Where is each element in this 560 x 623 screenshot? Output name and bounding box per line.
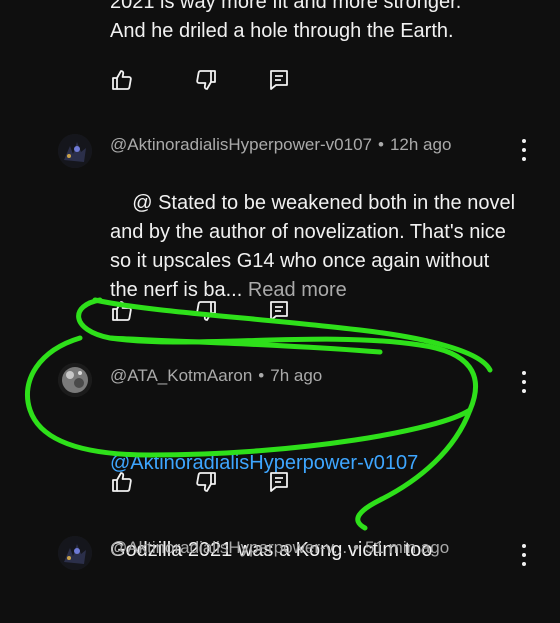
kebab-menu-icon[interactable] xyxy=(516,139,532,161)
like-button[interactable] xyxy=(110,299,134,323)
kebab-menu-icon[interactable] xyxy=(516,371,532,393)
comment-age: 51 min ago xyxy=(365,538,450,557)
thumbs-up-icon xyxy=(112,70,132,90)
avatar[interactable] xyxy=(58,134,92,168)
reply-button[interactable] xyxy=(267,470,291,494)
kebab-menu-icon[interactable] xyxy=(516,544,532,566)
mention-link[interactable]: @AktinoradialisHyperpower-v0107 xyxy=(110,449,530,478)
like-button[interactable] xyxy=(110,470,134,494)
avatar[interactable] xyxy=(58,536,92,570)
comment-age: 7h ago xyxy=(270,366,323,385)
thumbs-down-icon xyxy=(196,301,216,321)
thumbs-down-icon xyxy=(196,70,216,90)
reply-comment-icon xyxy=(270,301,288,321)
reply-comment-icon xyxy=(270,70,288,90)
comment-text-block: @ Stated to be weakened both in the nove… xyxy=(110,160,520,334)
author-name[interactable]: @AktinoradialisHyperpower-v... xyxy=(110,538,347,557)
dislike-button[interactable] xyxy=(194,68,218,92)
read-more-link[interactable]: Read more xyxy=(248,279,347,301)
comment-text: 2021 is way more fit and more stronger. … xyxy=(110,0,462,42)
comment-meta: @ATA_KotmAaron • 7h ago xyxy=(110,366,323,385)
like-button[interactable] xyxy=(110,68,134,92)
author-name[interactable]: @AktinoradialisHyperpower-v0107 xyxy=(110,135,372,154)
reply-button[interactable] xyxy=(267,68,291,92)
thumbs-up-icon xyxy=(112,472,132,492)
dislike-button[interactable] xyxy=(194,299,218,323)
comment-meta: @AktinoradialisHyperpower-v0107 • 12h ago xyxy=(110,135,452,154)
comment-meta: @AktinoradialisHyperpower-v... • 51 min ag… xyxy=(110,538,450,557)
thumbs-down-icon xyxy=(196,472,216,492)
reply-button[interactable] xyxy=(267,299,291,323)
avatar[interactable] xyxy=(58,363,92,397)
thumbs-up-icon xyxy=(112,301,132,321)
reply-comment-icon xyxy=(270,472,288,492)
author-name[interactable]: @ATA_KotmAaron xyxy=(110,366,252,385)
comment-text-block: @AktinoradialisHyperpower-v0107 Godzilla… xyxy=(110,391,530,623)
dislike-button[interactable] xyxy=(194,470,218,494)
comment-age: 12h ago xyxy=(389,135,452,154)
